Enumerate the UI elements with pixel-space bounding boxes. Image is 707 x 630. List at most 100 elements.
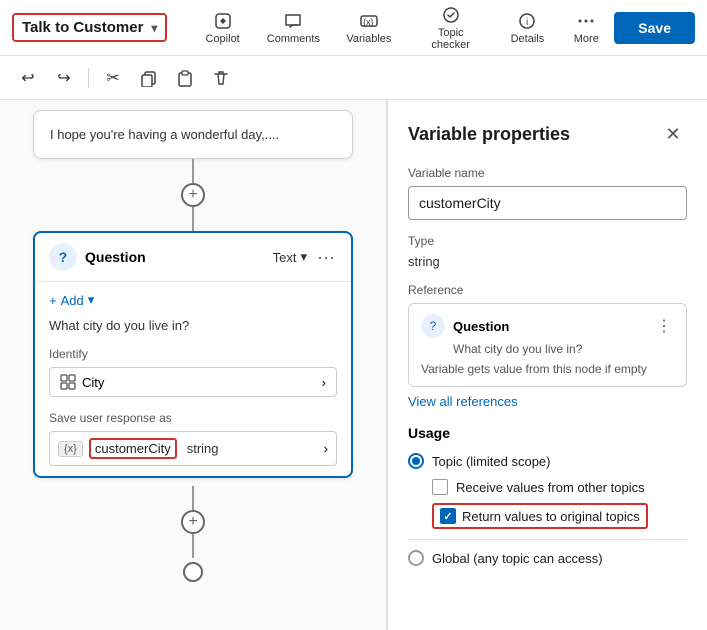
return-values-label: Return values to original topics	[462, 509, 640, 524]
details-icon: i	[517, 11, 537, 31]
panel-title: Variable properties	[408, 124, 570, 145]
identify-value: City	[82, 375, 104, 390]
copilot-button[interactable]: Copilot	[191, 5, 253, 51]
main-area: I hope you're having a wonderful day,...…	[0, 100, 707, 630]
save-field-left: {x} customerCity string	[58, 438, 219, 459]
receive-values-label: Receive values from other topics	[456, 480, 645, 495]
identify-field-left: City	[60, 374, 104, 390]
paste-button[interactable]	[169, 62, 201, 94]
question-header: ? Question Text ▾ ···	[35, 233, 351, 282]
topic-checker-icon	[441, 5, 461, 25]
identify-label: Identify	[49, 347, 337, 361]
save-field-chevron-icon: ›	[324, 441, 328, 456]
connector-line-4	[192, 534, 194, 558]
more-label: More	[574, 33, 599, 45]
type-label: Text	[273, 250, 297, 265]
details-label: Details	[511, 33, 545, 45]
message-text: I hope you're having a wonderful day,...…	[50, 127, 279, 142]
toolbar-icons: Copilot Comments {x} Variables Topic che…	[191, 0, 614, 57]
message-node: I hope you're having a wonderful day,...…	[33, 110, 353, 159]
receive-values-checkbox[interactable]: Receive values from other topics	[432, 479, 687, 495]
save-field[interactable]: {x} customerCity string ›	[49, 431, 337, 466]
reference-box: ? Question ⋮ What city do you live in? V…	[408, 303, 687, 387]
panel-header: Variable properties ✕	[408, 120, 687, 148]
identify-chevron-icon: ›	[322, 375, 326, 390]
type-selector[interactable]: Text ▾	[273, 249, 307, 265]
delete-icon	[212, 69, 230, 87]
grid-icon	[60, 374, 76, 390]
usage-title: Usage	[408, 425, 687, 441]
question-node: ? Question Text ▾ ··· + Add	[33, 231, 353, 478]
var-name-field-label: Variable name	[408, 166, 687, 180]
copilot-icon	[213, 11, 233, 31]
cut-button[interactable]: ✂	[97, 62, 129, 94]
var-badge-text: {x}	[64, 443, 77, 455]
paste-icon	[176, 69, 194, 87]
add-node-button-1[interactable]: +	[181, 183, 205, 207]
end-node	[183, 562, 203, 582]
topic-scope-radio-indicator	[408, 453, 424, 469]
question-text: What city do you live in?	[49, 318, 337, 333]
delete-button[interactable]	[205, 62, 237, 94]
var-type-text: string	[187, 441, 219, 456]
topic-scope-radio[interactable]: Topic (limited scope)	[408, 453, 687, 469]
ref-question-icon: ?	[421, 314, 445, 338]
canvas: I hope you're having a wonderful day,...…	[0, 100, 387, 630]
chevron-down-icon: ▾	[151, 21, 157, 35]
node-more-button[interactable]: ···	[315, 247, 337, 268]
type-value: string	[408, 254, 687, 269]
reference-field-label: Reference	[408, 283, 687, 297]
save-button[interactable]: Save	[614, 12, 695, 44]
copy-icon	[140, 69, 158, 87]
app-title[interactable]: Talk to Customer ▾	[12, 13, 167, 42]
save-response-label: Save user response as	[49, 411, 337, 425]
var-name-input[interactable]	[408, 186, 687, 220]
svg-text:{x}: {x}	[363, 17, 374, 27]
receive-values-checkbox-box	[432, 479, 448, 495]
global-scope-radio-indicator	[408, 550, 424, 566]
var-badge: {x}	[58, 441, 83, 457]
ref-header-left: ? Question	[421, 314, 509, 338]
node-container: I hope you're having a wonderful day,...…	[23, 110, 363, 582]
main-toolbar: Talk to Customer ▾ Copilot Comments {x} …	[0, 0, 707, 56]
comments-label: Comments	[267, 33, 320, 45]
copilot-label: Copilot	[206, 33, 240, 45]
variables-button[interactable]: {x} Variables	[333, 5, 405, 51]
usage-divider	[408, 539, 687, 540]
toolbar-divider	[88, 68, 89, 88]
topic-checker-button[interactable]: Topic checker	[405, 0, 497, 57]
ref-title: Question	[453, 319, 509, 334]
question-header-right: Text ▾ ···	[273, 247, 337, 268]
details-button[interactable]: i Details	[496, 5, 558, 51]
comments-icon	[283, 11, 303, 31]
edit-toolbar: ↩ ↪ ✂	[0, 56, 707, 100]
type-field-label: Type	[408, 234, 687, 248]
comments-button[interactable]: Comments	[254, 5, 333, 51]
identify-field[interactable]: City ›	[49, 367, 337, 397]
question-header-left: ? Question	[49, 243, 146, 271]
close-panel-button[interactable]: ✕	[659, 120, 687, 148]
connector-line-3	[192, 486, 194, 510]
add-node-button-2[interactable]: +	[181, 510, 205, 534]
bottom-connector: +	[181, 486, 205, 582]
connector-line-1	[192, 159, 194, 183]
question-body: + Add ▾ What city do you live in? Identi…	[35, 282, 351, 476]
ref-header: ? Question ⋮	[421, 314, 674, 338]
copy-button[interactable]	[133, 62, 165, 94]
topic-scope-label: Topic (limited scope)	[432, 454, 551, 469]
global-scope-radio[interactable]: Global (any topic can access)	[408, 550, 687, 566]
ref-subtitle: What city do you live in?	[453, 342, 674, 356]
redo-button[interactable]: ↪	[48, 62, 80, 94]
ref-more-button[interactable]: ⋮	[654, 316, 674, 336]
add-chevron-icon: ▾	[88, 292, 95, 308]
more-button[interactable]: More	[558, 5, 614, 51]
connector-line-2	[192, 207, 194, 231]
undo-button[interactable]: ↩	[12, 62, 44, 94]
topic-scope-sub-options: Receive values from other topics Return …	[432, 479, 687, 529]
return-values-checkbox[interactable]: Return values to original topics	[432, 503, 687, 529]
question-title: Question	[85, 249, 146, 265]
question-node-icon: ?	[49, 243, 77, 271]
add-content-button[interactable]: + Add ▾	[49, 292, 94, 308]
variables-label: Variables	[346, 33, 391, 45]
view-all-references-link[interactable]: View all references	[408, 394, 518, 409]
